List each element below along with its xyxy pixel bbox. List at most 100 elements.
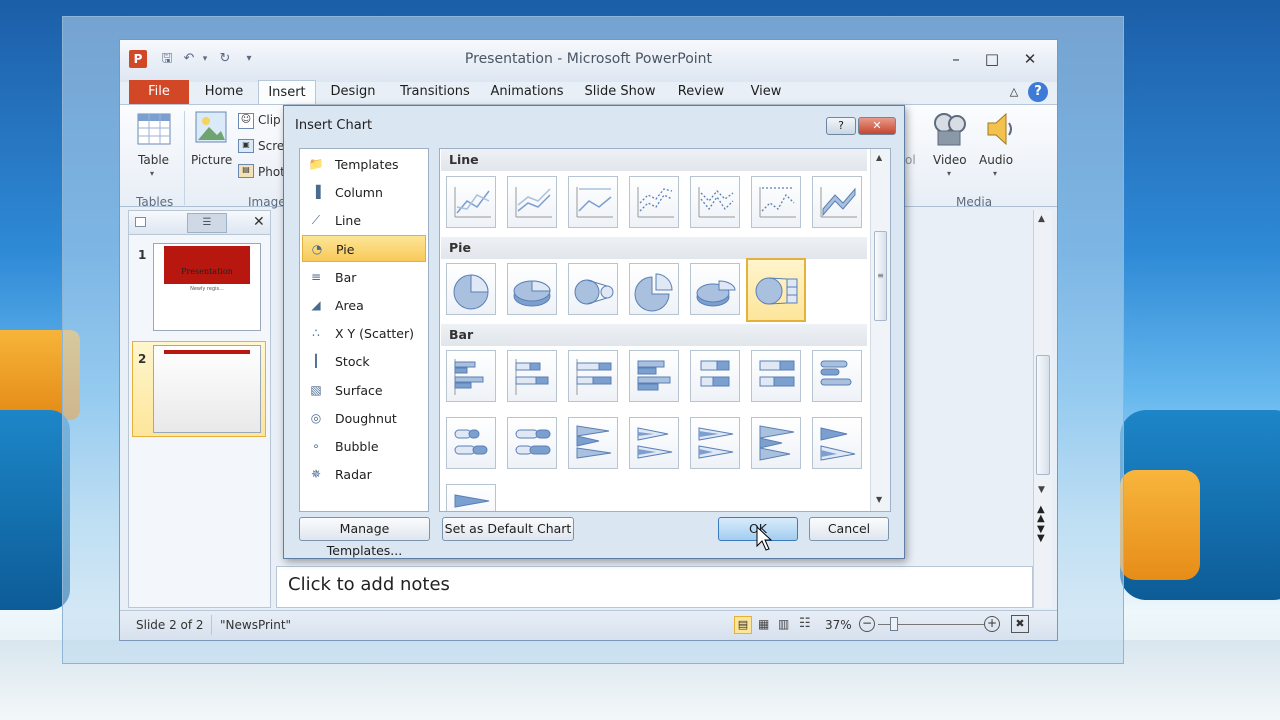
category-bar[interactable]: ≡ Bar	[302, 264, 426, 291]
exploded-3d-pie-option[interactable]	[690, 263, 740, 315]
stacked-pyramid-bar-option[interactable]	[812, 417, 862, 469]
cylinder-bar-option[interactable]	[812, 350, 862, 402]
line-markers-chart-option[interactable]	[629, 176, 679, 228]
category-line[interactable]: ⟋ Line	[302, 207, 426, 234]
outline-tab-icon[interactable]: ☰	[187, 213, 227, 233]
table-button[interactable]: Table	[138, 153, 169, 167]
screenshot-button[interactable]: Scre	[258, 139, 284, 153]
vertical-scrollbar[interactable]: ▲ ▼ ▲ ▲ ▼ ▼	[1033, 210, 1052, 608]
theme-name[interactable]: "NewsPrint"	[220, 618, 291, 632]
category-scatter[interactable]: ∴ X Y (Scatter)	[302, 320, 426, 347]
next-slide-icon[interactable]: ▼ ▼	[1037, 525, 1045, 544]
photo-album-button[interactable]: Phot	[258, 165, 285, 179]
close-button[interactable]: ✕	[1016, 48, 1044, 70]
scroll-down-icon[interactable]: ▼	[1038, 485, 1045, 495]
manage-templates-button[interactable]: Manage Templates...	[299, 517, 430, 558]
pie-chart-option[interactable]	[446, 263, 496, 315]
category-area[interactable]: ◢ Area	[302, 292, 426, 319]
fit-to-window-icon[interactable]: ✖	[1011, 615, 1029, 633]
category-label: Stock	[335, 354, 370, 369]
category-column[interactable]: ▐ Column	[302, 179, 426, 206]
percent-stacked-bar-option[interactable]	[568, 350, 618, 402]
tab-design[interactable]: Design	[324, 80, 382, 104]
scroll-up-icon[interactable]: ▲	[1038, 214, 1045, 224]
zoom-level[interactable]: 37%	[825, 618, 852, 632]
audio-icon[interactable]	[984, 111, 1014, 147]
cone-bar-option[interactable]	[568, 417, 618, 469]
set-as-default-chart-button[interactable]: Set as Default Chart	[442, 517, 574, 541]
bar-of-pie-option[interactable]	[746, 258, 806, 322]
gallery-scrollbar[interactable]: ▲ ≡ ▼	[870, 149, 890, 511]
tab-animations[interactable]: Animations	[485, 80, 569, 104]
percent-line-markers-option[interactable]	[751, 176, 801, 228]
pie-of-pie-option[interactable]	[568, 263, 618, 315]
category-radar[interactable]: ✵ Radar	[302, 461, 426, 488]
category-pie[interactable]: ◔ Pie	[302, 235, 426, 262]
stacked-cylinder-bar-option[interactable]	[446, 417, 496, 469]
3d-percent-bar-option[interactable]	[751, 350, 801, 402]
gallery-scrollbar-thumb[interactable]: ≡	[874, 231, 887, 321]
tab-home[interactable]: Home	[198, 80, 250, 104]
tab-file[interactable]: File	[129, 80, 189, 104]
minimize-ribbon-icon[interactable]: △	[1004, 80, 1024, 104]
tab-slide-show[interactable]: Slide Show	[580, 80, 660, 104]
category-bubble[interactable]: ∘ Bubble	[302, 433, 426, 460]
line-chart-option[interactable]	[446, 176, 496, 228]
percent-line-chart-option[interactable]	[568, 176, 618, 228]
stacked-bar-option[interactable]	[507, 350, 557, 402]
help-icon[interactable]: ?	[1028, 82, 1048, 102]
slide-show-icon[interactable]: ☷	[799, 616, 811, 631]
tab-insert[interactable]: Insert	[258, 80, 316, 104]
zoom-slider-thumb[interactable]	[890, 617, 898, 631]
stacked-line-chart-option[interactable]	[507, 176, 557, 228]
clustered-bar-option[interactable]	[446, 350, 496, 402]
gallery-scroll-up-icon[interactable]: ▲	[876, 153, 882, 162]
table-icon[interactable]	[137, 113, 171, 145]
notes-pane[interactable]: Click to add notes	[276, 566, 1033, 608]
tab-transitions[interactable]: Transitions	[392, 80, 478, 104]
scrollbar-thumb[interactable]	[1036, 355, 1050, 475]
gallery-scroll-down-icon[interactable]: ▼	[876, 495, 882, 504]
video-button[interactable]: Video	[933, 153, 967, 167]
3d-stacked-bar-option[interactable]	[690, 350, 740, 402]
audio-button[interactable]: Audio	[979, 153, 1013, 167]
normal-view-icon[interactable]: ▤	[734, 616, 752, 634]
slide-thumbnail-2[interactable]	[153, 345, 261, 433]
picture-icon[interactable]	[195, 111, 227, 143]
audio-dropdown-icon[interactable]: ▾	[993, 169, 997, 178]
minimize-button[interactable]: –	[942, 48, 970, 70]
dialog-close-button[interactable]: ✕	[858, 117, 896, 135]
video-icon[interactable]	[932, 111, 968, 147]
percent-cylinder-bar-option[interactable]	[507, 417, 557, 469]
clip-art-button[interactable]: Clip	[258, 113, 281, 127]
table-dropdown-icon[interactable]: ▾	[150, 169, 154, 178]
3d-clustered-bar-option[interactable]	[629, 350, 679, 402]
cancel-button[interactable]: Cancel	[809, 517, 889, 541]
category-templates[interactable]: 📁 Templates	[302, 151, 426, 178]
stacked-line-markers-option[interactable]	[690, 176, 740, 228]
close-panel-icon[interactable]: ✕	[253, 214, 265, 230]
maximize-button[interactable]: □	[978, 48, 1006, 70]
exploded-pie-option[interactable]	[629, 263, 679, 315]
zoom-in-icon[interactable]: +	[984, 616, 1000, 632]
pyramid-bar-option[interactable]	[751, 417, 801, 469]
picture-button[interactable]: Picture	[191, 153, 232, 167]
percent-cone-bar-option[interactable]	[690, 417, 740, 469]
zoom-out-icon[interactable]: −	[859, 616, 875, 632]
previous-slide-icon[interactable]: ▲ ▲	[1037, 505, 1045, 524]
category-doughnut[interactable]: ◎ Doughnut	[302, 405, 426, 432]
tab-view[interactable]: View	[740, 80, 792, 104]
reading-view-icon[interactable]: ▥	[778, 617, 789, 631]
slides-tab-icon[interactable]	[135, 217, 146, 227]
tab-review[interactable]: Review	[673, 80, 729, 104]
stacked-cone-bar-option[interactable]	[629, 417, 679, 469]
slide-sorter-icon[interactable]: ▦	[758, 617, 769, 631]
3d-pie-chart-option[interactable]	[507, 263, 557, 315]
3d-line-chart-option[interactable]	[812, 176, 862, 228]
slide-thumbnail-1[interactable]: Presentation Newly regis...	[153, 243, 261, 331]
category-stock[interactable]: ┃ Stock	[302, 348, 426, 375]
video-dropdown-icon[interactable]: ▾	[947, 169, 951, 178]
percent-pyramid-bar-option[interactable]	[446, 484, 496, 511]
dialog-help-button[interactable]: ?	[826, 117, 856, 135]
category-surface[interactable]: ▧ Surface	[302, 377, 426, 404]
